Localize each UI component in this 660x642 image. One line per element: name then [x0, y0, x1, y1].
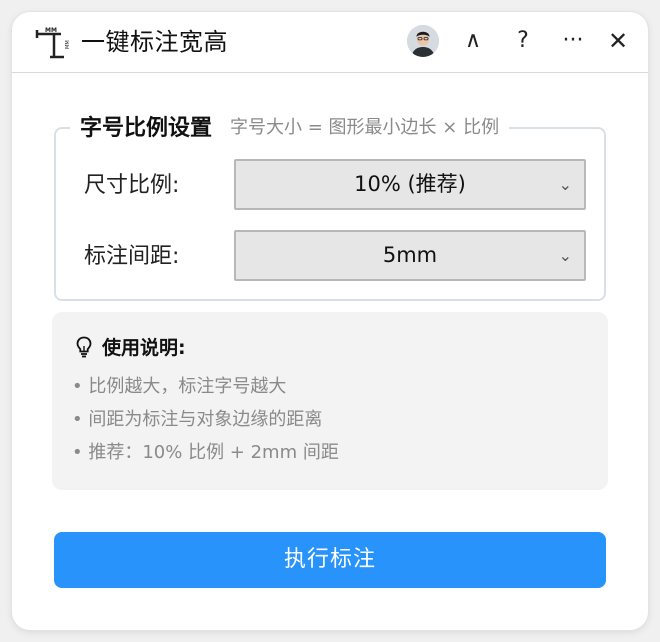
instructions-title: 使用说明:	[102, 337, 186, 359]
label-spacing-value: 5mm	[382, 243, 438, 267]
app-title: 一键标注宽高	[81, 28, 228, 56]
avatar-image	[407, 25, 439, 57]
title-bar: MM MM 一键标注宽高 ∧ ? ··· ✕	[12, 12, 648, 73]
dimension-ruler-icon: MM MM	[35, 27, 70, 59]
settings-title: 字号比例设置	[80, 116, 213, 141]
instructions-panel: 使用说明: • 比例越大，标注字号越大 • 间距为标注与对象边缘的距离 • 推荐…	[52, 312, 608, 490]
lightbulb-icon	[76, 336, 92, 357]
execute-annotation-button[interactable]: 执行标注	[54, 532, 606, 588]
instruction-line: • 推荐：10% 比例 + 2mm 间距	[72, 442, 339, 463]
instructions-header: 使用说明:	[76, 333, 186, 360]
label-spacing-label: 标注间距:	[84, 244, 180, 269]
help-button[interactable]: ?	[508, 26, 538, 56]
svg-text:MM: MM	[65, 40, 70, 49]
label-spacing-select[interactable]: 5mm ⌄	[234, 230, 586, 281]
chevron-down-icon: ⌄	[558, 175, 572, 194]
size-ratio-label: 尺寸比例:	[84, 173, 180, 198]
instruction-line: • 间距为标注与对象边缘的距离	[72, 409, 323, 430]
size-ratio-select[interactable]: 10% (推荐) ⌄	[234, 159, 586, 210]
settings-formula-hint: 字号大小 = 图形最小边长 × 比例	[230, 117, 500, 138]
user-avatar[interactable]	[407, 25, 439, 57]
size-ratio-value: 10% (推荐)	[354, 172, 466, 196]
instruction-line: • 比例越大，标注字号越大	[72, 376, 287, 397]
more-options-button[interactable]: ···	[558, 26, 588, 56]
close-button[interactable]: ✕	[603, 26, 633, 56]
collapse-button[interactable]: ∧	[458, 26, 488, 56]
app-window: MM MM 一键标注宽高 ∧ ? ··· ✕ 字号比例设置 字号大小 = 图形最…	[12, 12, 648, 630]
settings-legend: 字号比例设置 字号大小 = 图形最小边长 × 比例	[70, 111, 510, 141]
chevron-down-icon: ⌄	[558, 246, 572, 265]
